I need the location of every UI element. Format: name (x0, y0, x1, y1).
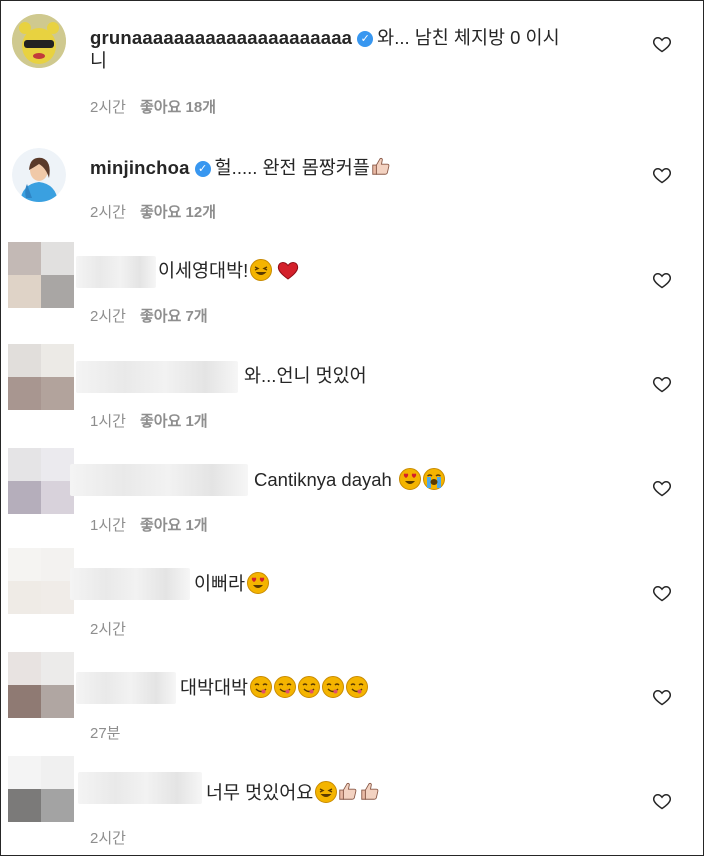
comment-time[interactable]: 2시간 (90, 621, 126, 638)
thumbs-up-emoji-icon (339, 782, 357, 800)
comment-text-continued: 니 (90, 50, 108, 71)
like-count[interactable]: 좋아요 7개 (140, 308, 208, 325)
like-count[interactable]: 좋아요 18개 (140, 99, 216, 116)
yum-emoji-icon (322, 676, 345, 698)
heart-outline-icon[interactable] (652, 165, 672, 185)
blurred-username[interactable] (76, 256, 156, 288)
heart-outline-icon[interactable] (652, 478, 672, 498)
comment-meta: 1시간 좋아요 1개 (90, 514, 208, 535)
username[interactable]: minjinchoa (90, 157, 190, 178)
like-count[interactable]: 좋아요 1개 (140, 517, 208, 534)
blurred-avatar[interactable] (8, 548, 74, 614)
comment-meta: 1시간 좋아요 1개 (90, 410, 208, 431)
verified-badge-icon: ✓ (194, 161, 211, 177)
blurred-username[interactable] (76, 672, 176, 704)
comment-time[interactable]: 2시간 (90, 204, 126, 221)
grinning-squint-emoji-icon (315, 781, 338, 803)
avatar-image (12, 14, 66, 68)
blurred-username[interactable] (70, 568, 190, 600)
blurred-avatar[interactable] (8, 242, 74, 308)
comment-meta: 2시간 (90, 827, 126, 848)
comment-meta: 2시간 좋아요 18개 (90, 96, 216, 117)
loudly-crying-emoji-icon (422, 468, 445, 490)
comment-time[interactable]: 27분 (90, 725, 121, 742)
comment-time[interactable]: 1시간 (90, 517, 126, 534)
heart-outline-icon[interactable] (652, 270, 672, 290)
comment-line: 대박대박 (180, 675, 369, 701)
comment-meta: 27분 (90, 722, 121, 743)
comment-time[interactable]: 2시간 (90, 830, 126, 847)
heart-outline-icon[interactable] (652, 687, 672, 707)
yum-emoji-icon (274, 676, 297, 698)
comment-line: 너무 멋있어요 (206, 780, 381, 806)
verified-badge-icon: ✓ (357, 31, 374, 47)
comment-meta: 2시간 좋아요 7개 (90, 305, 208, 326)
red-heart-emoji-icon (278, 262, 299, 280)
heart-eyes-emoji-icon (247, 572, 270, 594)
comment-text: 와...언니 멋있어 (244, 365, 367, 386)
comment-text: 이세영대박! (158, 260, 249, 281)
grinning-squint-emoji-icon (250, 259, 273, 281)
comment-text: 너무 멋있어요 (206, 782, 314, 803)
blurred-avatar[interactable] (8, 448, 74, 514)
avatar-image (12, 148, 66, 202)
comment-time[interactable]: 2시간 (90, 99, 126, 116)
comment-line: minjinchoa ✓ 헐..... 완전 몸짱커플 (90, 155, 392, 181)
comment-time[interactable]: 2시간 (90, 308, 126, 325)
comment-time[interactable]: 1시간 (90, 413, 126, 430)
blurred-username[interactable] (78, 772, 202, 804)
heart-outline-icon[interactable] (652, 791, 672, 811)
comment-meta: 2시간 (90, 618, 126, 639)
heart-outline-icon[interactable] (652, 34, 672, 54)
yum-emoji-icon (346, 676, 369, 698)
comment-text: Cantiknya dayah (254, 469, 392, 490)
comment-line: Cantiknya dayah (254, 467, 445, 493)
yum-emoji-icon (298, 676, 321, 698)
comment-line: grunaaaaaaaaaaaaaaaaaaaaa ✓ 와... 남친 체지방 0 … (90, 25, 560, 51)
comment-text: 이뻐라 (194, 573, 246, 594)
heart-eyes-emoji-icon (398, 468, 421, 490)
comment-meta: 2시간 좋아요 12개 (90, 201, 216, 222)
comment-line: 와...언니 멋있어 (244, 363, 367, 389)
like-count[interactable]: 좋아요 12개 (140, 204, 216, 221)
blurred-username[interactable] (70, 464, 248, 496)
like-count[interactable]: 좋아요 1개 (140, 413, 208, 430)
comment-text: 와... 남친 체지방 0 이시 (377, 27, 560, 48)
blurred-avatar[interactable] (8, 344, 74, 410)
blurred-username[interactable] (76, 361, 238, 393)
avatar[interactable] (12, 14, 66, 68)
heart-outline-icon[interactable] (652, 583, 672, 603)
avatar[interactable] (12, 148, 66, 202)
thumbs-up-emoji-icon (372, 157, 390, 175)
yum-emoji-icon (250, 676, 273, 698)
username[interactable]: grunaaaaaaaaaaaaaaaaaaaaa (90, 27, 352, 48)
comment-line: 이세영대박! (158, 258, 300, 284)
blurred-avatar[interactable] (8, 652, 74, 718)
thumbs-up-emoji-icon (361, 782, 379, 800)
comment-text: 대박대박 (180, 677, 249, 698)
blurred-avatar[interactable] (8, 756, 74, 822)
comment-text: 헐..... 완전 몸짱커플 (214, 157, 370, 178)
comment-line: 이뻐라 (194, 571, 270, 597)
heart-outline-icon[interactable] (652, 374, 672, 394)
